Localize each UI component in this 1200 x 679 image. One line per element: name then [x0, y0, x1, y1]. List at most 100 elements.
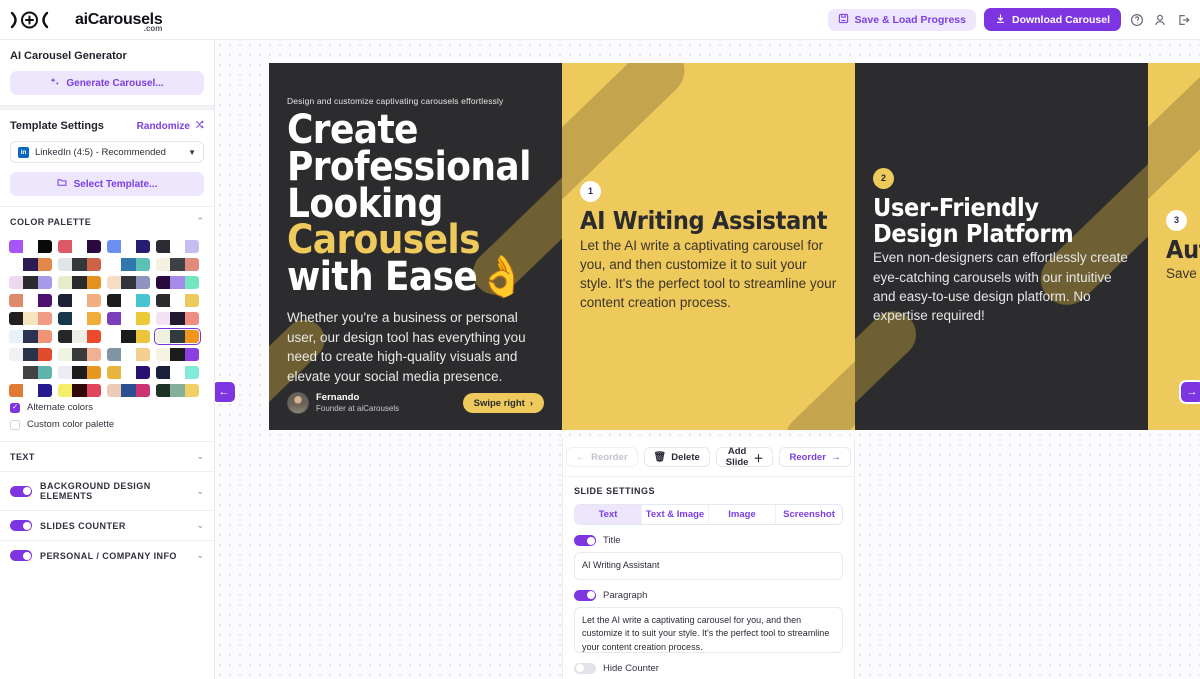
- palette-swatch[interactable]: [153, 327, 202, 346]
- logout-icon[interactable]: [1175, 12, 1190, 27]
- select-template-button[interactable]: Select Template...: [10, 172, 204, 196]
- custom-palette-checkbox[interactable]: [10, 419, 20, 430]
- slide-cover[interactable]: Design and customize captivating carouse…: [269, 63, 562, 430]
- palette-swatch[interactable]: [156, 240, 199, 253]
- palette-swatch[interactable]: [58, 384, 101, 397]
- palette-swatch[interactable]: [107, 384, 150, 397]
- download-carousel-button[interactable]: Download Carousel: [983, 8, 1121, 31]
- palette-swatch[interactable]: [156, 366, 199, 379]
- palette-swatch[interactable]: [58, 258, 101, 271]
- palette-swatch[interactable]: [9, 366, 52, 379]
- palette-swatch[interactable]: [156, 276, 199, 289]
- palette-swatch[interactable]: [107, 276, 150, 289]
- hide-counter-toggle[interactable]: [574, 662, 596, 674]
- user-icon[interactable]: [1152, 12, 1167, 27]
- palette-swatch[interactable]: [107, 330, 150, 343]
- palette-swatch-color: [72, 312, 87, 325]
- palette-swatch-color: [86, 366, 101, 379]
- palette-swatch[interactable]: [156, 294, 199, 307]
- save-load-progress-button[interactable]: Save & Load Progress: [827, 8, 976, 31]
- palette-swatch[interactable]: [107, 240, 150, 253]
- sidebar-section-slides-counter[interactable]: SLIDES COUNTER ⌄: [0, 510, 214, 540]
- palette-swatch-color: [170, 348, 185, 361]
- section-toggle[interactable]: [10, 550, 32, 561]
- palette-swatch-color: [37, 384, 52, 397]
- slide-1[interactable]: 1 AI Writing Assistant Let the AI write …: [562, 63, 855, 430]
- title-toggle[interactable]: [574, 535, 596, 546]
- reorder-button[interactable]: Reorder →: [779, 447, 851, 467]
- segment-image[interactable]: Image: [709, 505, 776, 524]
- palette-swatch[interactable]: [58, 276, 101, 289]
- palette-swatch-color: [72, 294, 87, 307]
- palette-swatch[interactable]: [9, 276, 52, 289]
- palette-swatch[interactable]: [58, 330, 101, 343]
- palette-swatch-color: [72, 384, 87, 397]
- brand-logo[interactable]: aiCarousels .com: [0, 10, 163, 32]
- slide-3[interactable]: 3 Auto Save t auto- and le adjust: [1148, 63, 1200, 430]
- palette-swatch[interactable]: [9, 240, 52, 253]
- palette-swatch-color: [9, 312, 24, 325]
- delete-button[interactable]: 🗑 Delete: [643, 447, 710, 467]
- title-toggle-row[interactable]: Title: [574, 535, 843, 546]
- palette-swatch[interactable]: [9, 294, 52, 307]
- paragraph-toggle-label: Paragraph: [603, 589, 648, 601]
- alternate-colors-row[interactable]: Alternate colors: [0, 399, 214, 416]
- palette-swatch[interactable]: [9, 312, 52, 325]
- palette-swatch[interactable]: [156, 348, 199, 361]
- content-type-segmented-control: Text Text & Image Image Screenshot: [574, 504, 843, 525]
- palette-swatch-color: [121, 276, 136, 289]
- palette-swatch[interactable]: [9, 348, 52, 361]
- next-slide-button[interactable]: →: [1179, 380, 1200, 404]
- paragraph-toggle-row[interactable]: Paragraph: [574, 589, 843, 601]
- palette-swatch[interactable]: [9, 384, 52, 397]
- alternate-colors-checkbox[interactable]: [10, 402, 20, 413]
- palette-swatch[interactable]: [107, 294, 150, 307]
- paragraph-input[interactable]: Let the AI write a captivating carousel …: [574, 606, 843, 653]
- randomize-button[interactable]: Randomize: [137, 120, 204, 132]
- sidebar-section-background-design-elements[interactable]: BACKGROUND DESIGN ELEMENTS ⌄: [0, 471, 214, 510]
- slide-2[interactable]: 2 User-Friendly Design Platform Even non…: [855, 63, 1148, 430]
- prev-slide-button[interactable]: ←: [215, 380, 237, 404]
- palette-swatch[interactable]: [9, 330, 52, 343]
- section-toggle[interactable]: [10, 485, 32, 497]
- segment-text[interactable]: Text: [575, 505, 642, 524]
- palette-swatch[interactable]: [156, 258, 199, 271]
- palette-swatch-color: [86, 312, 101, 325]
- segment-screenshot[interactable]: Screenshot: [776, 505, 842, 524]
- palette-swatch[interactable]: [58, 312, 101, 325]
- palette-swatch[interactable]: [58, 348, 101, 361]
- palette-swatch[interactable]: [107, 366, 150, 379]
- format-select[interactable]: in LinkedIn (4:5) - Recommended ▼: [10, 141, 204, 163]
- add-slide-button[interactable]: Add Slide ＋: [715, 446, 774, 468]
- palette-swatch[interactable]: [107, 312, 150, 325]
- palette-swatch-color: [135, 276, 150, 289]
- palette-swatch[interactable]: [156, 384, 199, 397]
- section-toggle[interactable]: [10, 520, 32, 531]
- title-input[interactable]: AI Writing Assistant: [574, 552, 843, 580]
- palette-swatch[interactable]: [156, 312, 199, 325]
- randomize-label: Randomize: [136, 120, 190, 132]
- generate-carousel-button[interactable]: Generate Carousel...: [10, 71, 204, 95]
- palette-swatch-color: [121, 294, 136, 307]
- segment-text-image[interactable]: Text & Image: [642, 505, 709, 524]
- help-circle-icon[interactable]: [1129, 12, 1144, 27]
- palette-swatch-color: [170, 258, 185, 271]
- palette-swatch[interactable]: [107, 348, 150, 361]
- custom-palette-row[interactable]: Custom color palette: [0, 416, 214, 433]
- palette-swatch-color: [135, 258, 150, 271]
- palette-swatch[interactable]: [58, 294, 101, 307]
- sidebar-section-text[interactable]: TEXT ⌄: [0, 441, 214, 471]
- color-palette-header[interactable]: COLOR PALETTE ⌃: [0, 206, 214, 236]
- palette-swatch-color: [23, 240, 38, 253]
- palette-swatch[interactable]: [58, 240, 101, 253]
- palette-swatch[interactable]: [107, 258, 150, 271]
- palette-swatch[interactable]: [58, 366, 101, 379]
- palette-swatch-color: [135, 312, 150, 325]
- sidebar-collapsible-sections: TEXT ⌄ BACKGROUND DESIGN ELEMENTS ⌄ SLIDES C…: [0, 441, 214, 570]
- reorder-button[interactable]: ← Reorder: [566, 447, 638, 467]
- paragraph-toggle[interactable]: [574, 589, 596, 601]
- palette-swatch[interactable]: [9, 258, 52, 271]
- hide-counter-row[interactable]: Hide Counter: [574, 662, 843, 674]
- alternate-colors-label: Alternate colors: [27, 402, 94, 413]
- sidebar-section-personal-company-info[interactable]: PERSONAL / COMPANY INFO ⌄: [0, 540, 214, 570]
